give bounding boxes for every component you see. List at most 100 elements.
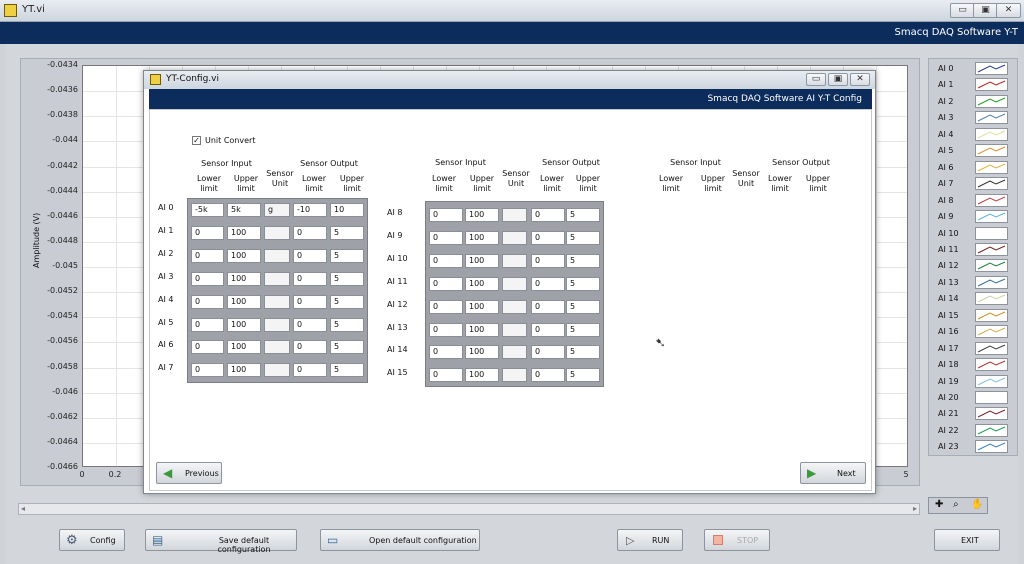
legend-item[interactable]: AI 23 [935, 439, 1013, 454]
output-upper-limit-field[interactable]: 5 [330, 271, 364, 286]
config-button[interactable]: ⚙ Config [59, 529, 125, 551]
pan-hand-icon[interactable]: ✋ [971, 499, 983, 510]
dialog-minimize-button[interactable]: ▭ [806, 73, 826, 86]
input-upper-limit-field[interactable]: 100 [465, 322, 499, 337]
output-lower-limit-field[interactable]: 0 [293, 340, 327, 355]
input-lower-limit-field[interactable]: 0 [191, 317, 224, 332]
sensor-unit-field[interactable] [264, 340, 290, 355]
output-lower-limit-field[interactable]: 0 [531, 276, 565, 291]
output-upper-limit-field[interactable]: 5 [566, 208, 600, 222]
input-upper-limit-field[interactable]: 100 [465, 368, 499, 383]
output-lower-limit-field[interactable]: 0 [531, 299, 565, 314]
input-upper-limit-field[interactable]: 100 [465, 208, 499, 222]
legend-item[interactable]: AI 21 [935, 406, 1013, 421]
input-upper-limit-field[interactable]: 100 [465, 345, 499, 360]
input-lower-limit-field[interactable]: 0 [429, 276, 463, 291]
input-lower-limit-field[interactable]: 0 [191, 225, 224, 240]
output-lower-limit-field[interactable]: 0 [531, 208, 565, 222]
maximize-button[interactable]: ▣ [973, 3, 998, 18]
zoom-icon[interactable]: ⌕ [953, 499, 959, 510]
legend-item[interactable]: AI 12 [935, 258, 1013, 273]
legend-item[interactable]: AI 9 [935, 209, 1013, 224]
legend-item[interactable]: AI 7 [935, 176, 1013, 191]
input-upper-limit-field[interactable]: 5k [227, 203, 261, 217]
legend-item[interactable]: AI 4 [935, 127, 1013, 142]
legend-item[interactable]: AI 8 [935, 193, 1013, 208]
legend-item[interactable]: AI 3 [935, 110, 1013, 125]
minimize-button[interactable]: ▭ [950, 3, 975, 18]
close-button[interactable]: ✕ [996, 3, 1021, 18]
scroll-right-arrow-icon[interactable]: ▸ [913, 504, 917, 513]
sensor-unit-field[interactable] [502, 299, 527, 314]
sensor-unit-field[interactable] [502, 322, 527, 337]
sensor-unit-field[interactable] [264, 363, 290, 378]
output-upper-limit-field[interactable]: 5 [330, 225, 364, 240]
stop-button[interactable]: STOP [704, 529, 770, 551]
output-lower-limit-field[interactable]: 0 [531, 322, 565, 337]
legend-item[interactable]: AI 19 [935, 374, 1013, 389]
input-lower-limit-field[interactable]: 0 [429, 345, 463, 360]
sensor-unit-field[interactable] [264, 248, 290, 263]
input-upper-limit-field[interactable]: 100 [227, 294, 261, 309]
sensor-unit-field[interactable] [502, 208, 527, 222]
input-upper-limit-field[interactable]: 100 [465, 276, 499, 291]
output-upper-limit-field[interactable]: 5 [566, 276, 600, 291]
input-upper-limit-field[interactable]: 100 [227, 363, 261, 378]
input-lower-limit-field[interactable]: 0 [191, 363, 224, 378]
output-upper-limit-field[interactable]: 5 [566, 230, 600, 245]
output-lower-limit-field[interactable]: 0 [293, 317, 327, 332]
previous-button[interactable]: ◀ Previous [156, 462, 222, 484]
legend-item[interactable]: AI 11 [935, 242, 1013, 257]
output-upper-limit-field[interactable]: 5 [566, 368, 600, 383]
output-upper-limit-field[interactable]: 5 [330, 340, 364, 355]
save-default-configuration-button[interactable]: ▤ Save default configuration [145, 529, 297, 554]
input-upper-limit-field[interactable]: 100 [465, 230, 499, 245]
sensor-unit-field[interactable] [264, 271, 290, 286]
dialog-close-button[interactable]: ✕ [850, 73, 870, 86]
sensor-unit-field[interactable] [502, 276, 527, 291]
main-titlebar[interactable]: YT.vi ▭ ▣ ✕ [0, 0, 1024, 22]
output-lower-limit-field[interactable]: 0 [531, 253, 565, 268]
sensor-unit-field[interactable] [502, 230, 527, 245]
scroll-left-arrow-icon[interactable]: ◂ [21, 504, 25, 513]
legend-item[interactable]: AI 10 [935, 226, 1013, 241]
legend-item[interactable]: AI 22 [935, 423, 1013, 438]
dialog-maximize-button[interactable]: ▣ [828, 73, 848, 86]
sensor-unit-field[interactable] [264, 225, 290, 240]
open-default-configuration-button[interactable]: ▭ Open default configuration [320, 529, 480, 551]
legend-item[interactable]: AI 0 [935, 61, 1013, 76]
sensor-unit-field[interactable] [264, 317, 290, 332]
legend-item[interactable]: AI 13 [935, 275, 1013, 290]
input-upper-limit-field[interactable]: 100 [227, 271, 261, 286]
input-upper-limit-field[interactable]: 100 [465, 299, 499, 314]
input-lower-limit-field[interactable]: 0 [191, 271, 224, 286]
input-lower-limit-field[interactable]: 0 [429, 322, 463, 337]
input-upper-limit-field[interactable]: 100 [227, 225, 261, 240]
run-button[interactable]: ▷ RUN [617, 529, 683, 551]
input-upper-limit-field[interactable]: 100 [227, 340, 261, 355]
dialog-titlebar[interactable]: YT-Config.vi ▭ ▣ ✕ [144, 71, 875, 89]
output-lower-limit-field[interactable]: -10 [293, 203, 327, 217]
input-lower-limit-field[interactable]: 0 [429, 230, 463, 245]
legend-item[interactable]: AI 2 [935, 94, 1013, 109]
input-lower-limit-field[interactable]: 0 [429, 208, 463, 222]
output-lower-limit-field[interactable]: 0 [293, 248, 327, 263]
input-upper-limit-field[interactable]: 100 [227, 317, 261, 332]
output-lower-limit-field[interactable]: 0 [293, 225, 327, 240]
legend-item[interactable]: AI 1 [935, 77, 1013, 92]
input-lower-limit-field[interactable]: 0 [191, 248, 224, 263]
output-lower-limit-field[interactable]: 0 [531, 230, 565, 245]
legend-item[interactable]: AI 20 [935, 390, 1013, 405]
legend-item[interactable]: AI 15 [935, 308, 1013, 323]
input-lower-limit-field[interactable]: 0 [191, 294, 224, 309]
input-lower-limit-field[interactable]: 0 [429, 368, 463, 383]
output-lower-limit-field[interactable]: 0 [293, 271, 327, 286]
output-upper-limit-field[interactable]: 5 [330, 317, 364, 332]
legend-item[interactable]: AI 14 [935, 291, 1013, 306]
output-upper-limit-field[interactable]: 5 [566, 253, 600, 268]
exit-button[interactable]: EXIT [934, 529, 1000, 551]
unit-convert-checkbox[interactable]: ✓ [192, 136, 201, 145]
output-lower-limit-field[interactable]: 0 [293, 294, 327, 309]
crosshair-icon[interactable]: ✚ [935, 499, 943, 510]
legend-item[interactable]: AI 6 [935, 160, 1013, 175]
